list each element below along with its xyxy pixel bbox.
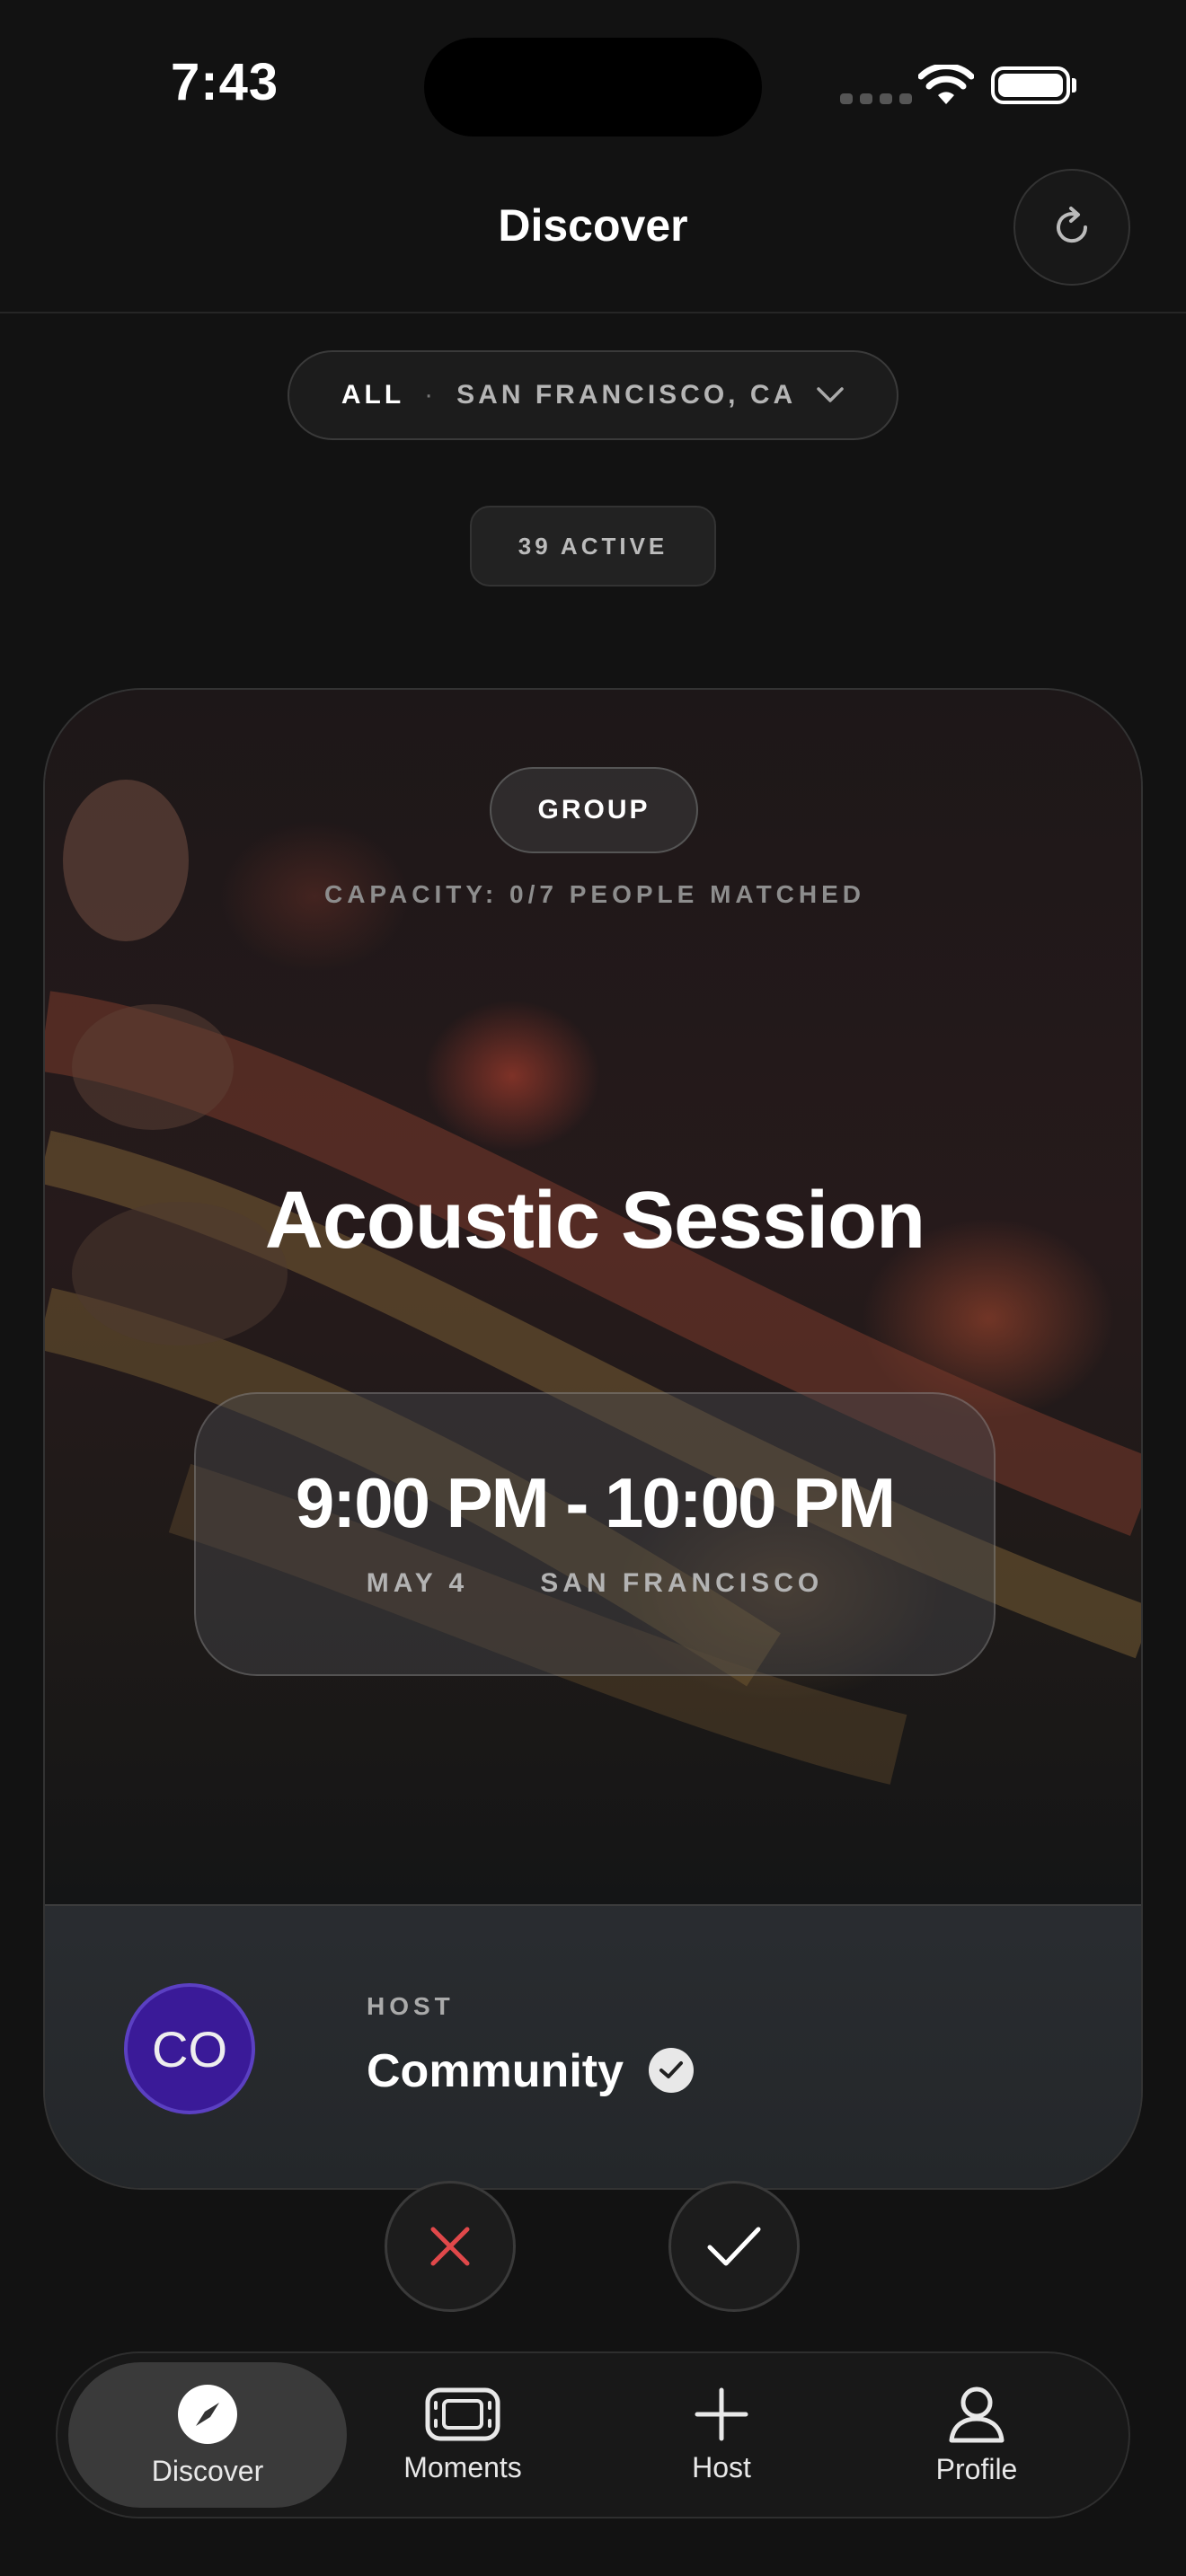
close-icon <box>430 2227 470 2266</box>
event-city: SAN FRANCISCO <box>540 1568 824 1598</box>
event-date: MAY 4 <box>366 1568 469 1598</box>
refresh-icon <box>1057 207 1088 243</box>
battery-icon <box>991 66 1070 104</box>
reject-button[interactable] <box>385 2181 516 2312</box>
cellular-signal-icon <box>840 93 912 104</box>
status-time: 7:43 <box>171 53 279 111</box>
tab-moments[interactable]: Moments <box>323 2362 602 2508</box>
tab-label: Moments <box>403 2450 522 2483</box>
plus-icon <box>695 2387 748 2440</box>
ticket-icon <box>425 2387 500 2440</box>
chevron-down-icon <box>817 387 844 402</box>
tab-discover[interactable]: Discover <box>68 2362 347 2508</box>
capacity-text: CAPACITY: 0/7 PEOPLE MATCHED <box>323 880 866 908</box>
filter-dropdown[interactable]: ALL · SAN FRANCISCO, CA <box>288 350 898 440</box>
battery-tip <box>1072 78 1076 93</box>
person-icon <box>949 2386 1005 2442</box>
wifi-icon <box>918 65 974 104</box>
tab-label: Host <box>692 2450 751 2483</box>
page-title: Discover <box>498 200 688 251</box>
checkmark-icon <box>707 2227 761 2266</box>
trumpet-image <box>45 780 1141 1785</box>
accept-button[interactable] <box>668 2181 800 2312</box>
tab-label: Profile <box>935 2452 1018 2485</box>
verified-check-icon <box>649 2048 694 2093</box>
header-divider <box>0 312 1186 313</box>
tab-label: Discover <box>151 2454 264 2487</box>
event-meta: MAY 4 SAN FRANCISCO <box>45 1568 1141 1599</box>
compass-icon <box>178 2384 237 2444</box>
dynamic-island <box>424 38 762 137</box>
filter-separator: · <box>424 380 438 410</box>
event-title: Acoustic Session <box>264 1176 925 1266</box>
tab-host[interactable]: Host <box>582 2362 861 2508</box>
tab-profile[interactable]: Profile <box>837 2362 1116 2508</box>
refresh-button[interactable] <box>1013 169 1130 286</box>
active-count-badge: 39 ACTIVE <box>470 506 716 587</box>
host-name[interactable]: Community <box>367 2044 624 2098</box>
event-card[interactable]: GROUP CAPACITY: 0/7 PEOPLE MATCHED Acous… <box>43 688 1143 2190</box>
event-type-badge: GROUP <box>490 767 698 853</box>
host-label: HOST <box>367 1992 455 2020</box>
host-avatar[interactable]: CO <box>124 1983 255 2114</box>
filter-category: ALL <box>341 380 405 410</box>
event-time-range: 9:00 PM - 10:00 PM <box>295 1463 896 1542</box>
filter-location: SAN FRANCISCO, CA <box>456 380 797 410</box>
